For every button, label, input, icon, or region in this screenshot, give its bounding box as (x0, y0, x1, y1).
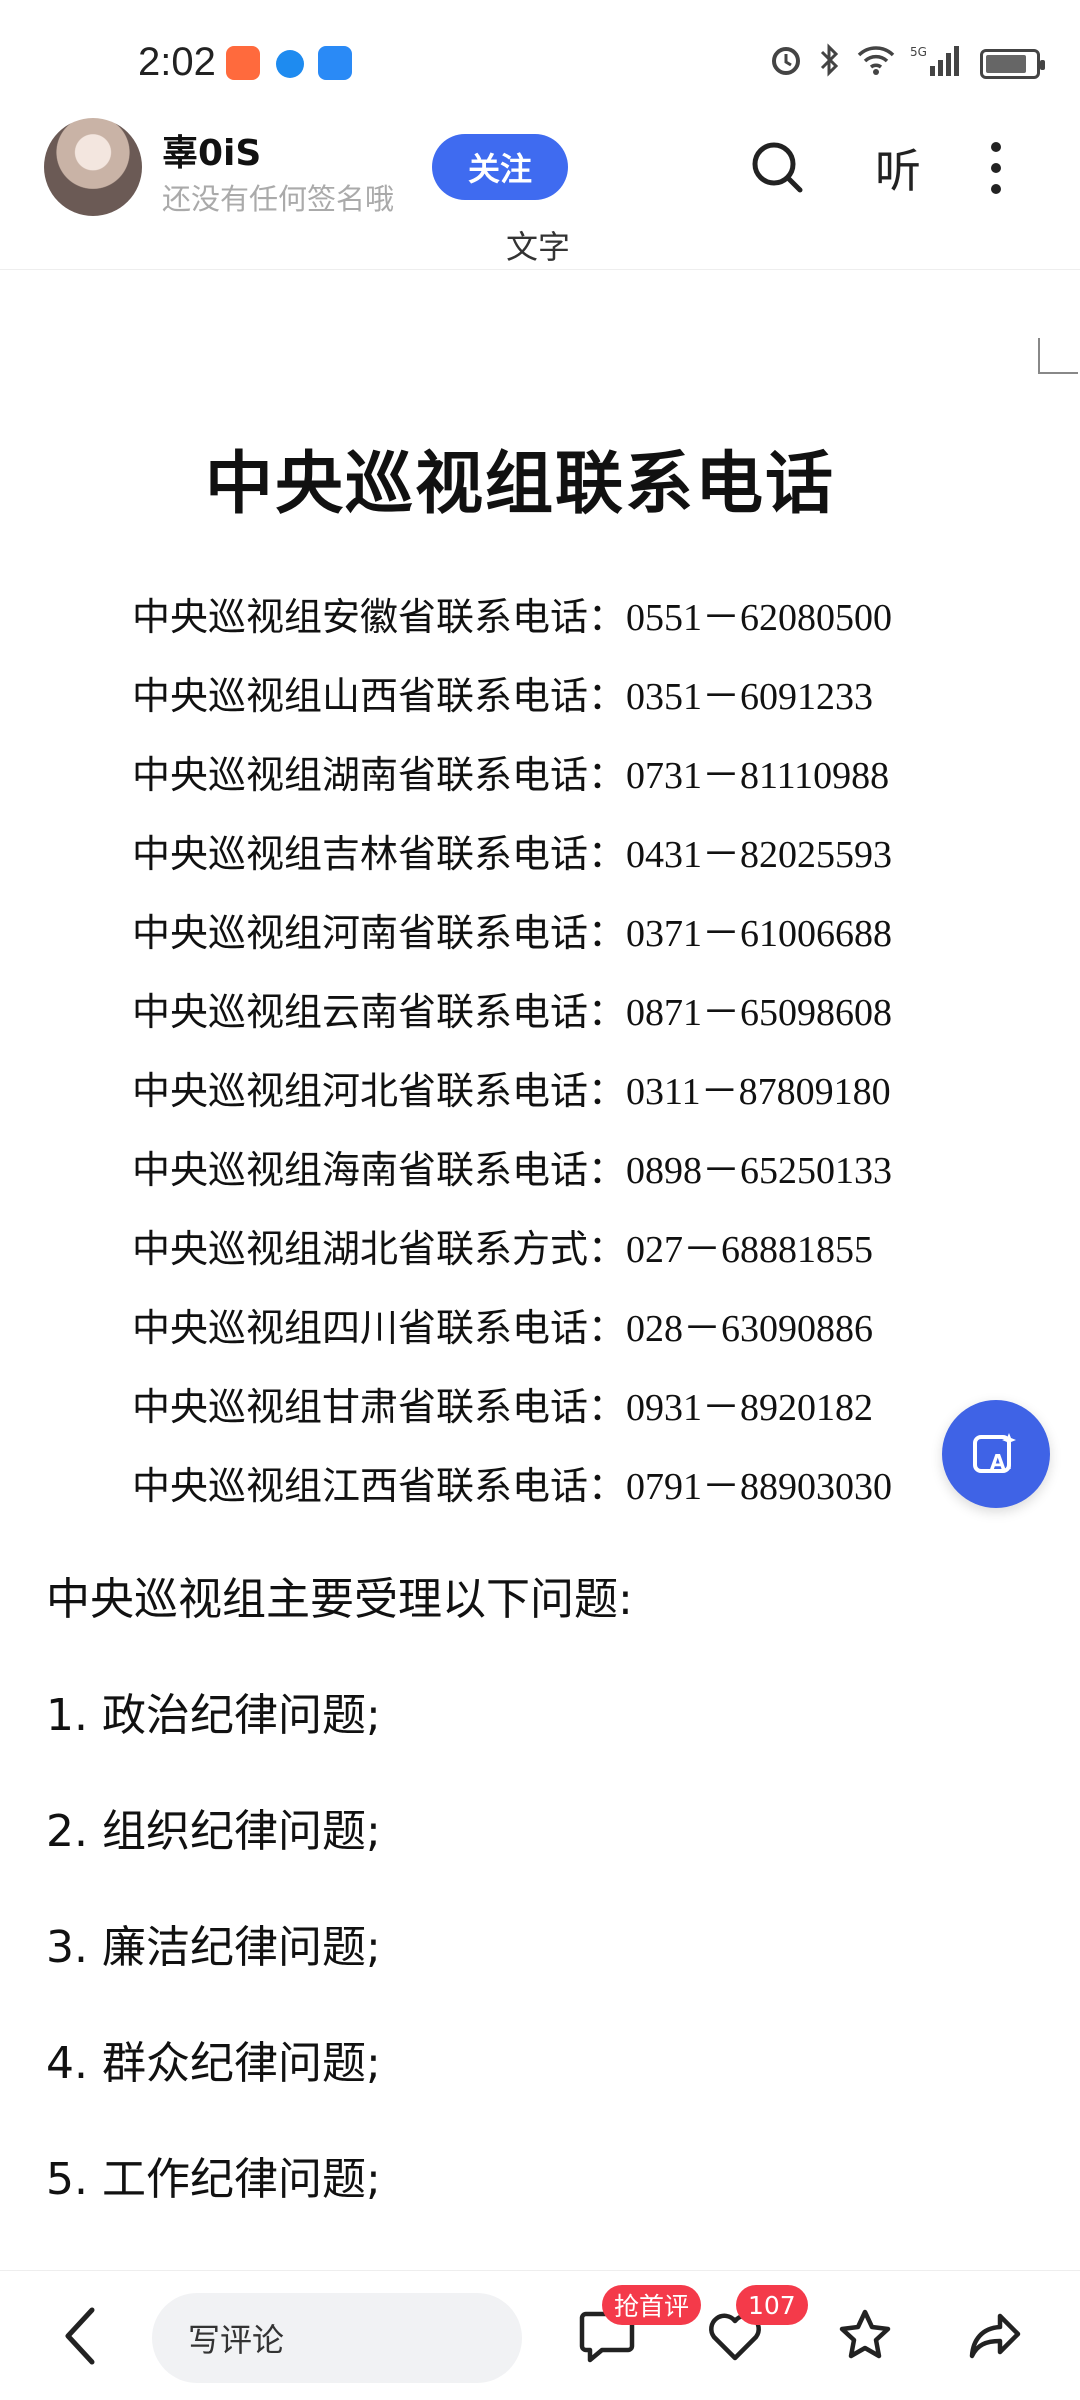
phone-list-item: 中央巡视组甘肃省联系电话：0931－8920182 (132, 1387, 874, 1429)
phone-list-item: 中央巡视组河北省联系电话：0311－87809180 (132, 1071, 891, 1113)
more-options-icon[interactable] (976, 136, 1016, 200)
status-indicators: 5G (768, 42, 1045, 87)
ai-image-icon: Ai (973, 1433, 1016, 1474)
browser-icon (276, 50, 304, 78)
comment-input[interactable]: 写评论 (152, 2293, 522, 2383)
body-paragraph: 3. 廉洁纪律问题; (46, 1922, 381, 1973)
body-paragraph: 5. 工作纪律问题; (46, 2154, 381, 2205)
back-arrow-icon[interactable] (50, 2301, 110, 2371)
bluetooth-icon (818, 42, 842, 87)
wifi-icon (856, 44, 896, 85)
status-time: 2:02 (138, 40, 216, 84)
article-body: 中央巡视组主要受理以下问题: 1. 政治纪律问题; 2. 组织纪律问题; 3. … (46, 1570, 1036, 2266)
document-title: 中央巡视组联系电话 (204, 444, 835, 524)
page-corner-mark (1038, 338, 1078, 374)
body-paragraph: 2. 组织纪律问题; (46, 1806, 381, 1857)
author-avatar[interactable] (44, 118, 142, 216)
comment-icon[interactable]: 抢首评 (572, 2285, 702, 2371)
ai-assistant-button[interactable]: Ai (942, 1400, 1050, 1508)
phone-list-item: 中央巡视组湖北省联系方式：027－68881855 (132, 1229, 874, 1271)
like-count-badge: 107 (736, 2285, 808, 2325)
battery-charging-icon (980, 49, 1045, 79)
status-bar: 2:02 5G (0, 0, 1080, 120)
svg-text:Ai: Ai (990, 1450, 1012, 1474)
phone-list-item: 中央巡视组吉林省联系电话：0431－82025593 (132, 834, 893, 876)
like-icon[interactable]: 107 (700, 2285, 808, 2371)
body-paragraph: 1. 政治纪律问题; (46, 1690, 381, 1741)
favorite-star-icon[interactable] (830, 2301, 900, 2371)
notification-app-icon (226, 46, 260, 80)
cloud-icon (318, 46, 352, 80)
phone-list-item: 中央巡视组山西省联系电话：0351－6091233 (132, 676, 874, 718)
body-paragraph: 中央巡视组主要受理以下问题: (46, 1574, 633, 1625)
article-header: 辜0iS 还没有任何签名哦 关注 听 文字 (0, 110, 1080, 270)
phone-list-item: 中央巡视组安徽省联系电话：0551－62080500 (132, 597, 893, 639)
comment-placeholder: 写评论 (188, 2321, 285, 2359)
document-type-label: 文字 (506, 228, 571, 266)
author-name[interactable]: 辜0iS (162, 124, 261, 176)
follow-button[interactable]: 关注 (432, 134, 568, 200)
listen-button[interactable]: 听 (862, 136, 934, 200)
alarm-icon (768, 42, 804, 87)
share-icon[interactable] (960, 2301, 1030, 2371)
bottom-action-bar: 写评论 抢首评 107 (0, 2270, 1080, 2400)
5g-signal-icon: 5G (910, 42, 966, 87)
svg-text:5G: 5G (910, 45, 927, 59)
author-signature: 还没有任何签名哦 (162, 182, 395, 216)
phone-list-item: 中央巡视组四川省联系电话：028－63090886 (132, 1308, 874, 1350)
body-paragraph: 4. 群众纪律问题; (46, 2038, 381, 2089)
phone-list-item: 中央巡视组海南省联系电话：0898－65250133 (132, 1150, 893, 1192)
phone-list-item: 中央巡视组江西省联系电话：0791－88903030 (132, 1466, 893, 1508)
first-comment-badge: 抢首评 (602, 2285, 702, 2325)
search-icon[interactable] (746, 136, 810, 200)
phone-list-item: 中央巡视组云南省联系电话：0871－65098608 (132, 992, 893, 1034)
phone-list-item: 中央巡视组河南省联系电话：0371－61006688 (132, 913, 893, 955)
phone-list: 中央巡视组安徽省联系电话：0551－62080500 中央巡视组山西省联系电话：… (132, 586, 972, 1534)
phone-list-item: 中央巡视组湖南省联系电话：0731－81110988 (132, 755, 890, 797)
